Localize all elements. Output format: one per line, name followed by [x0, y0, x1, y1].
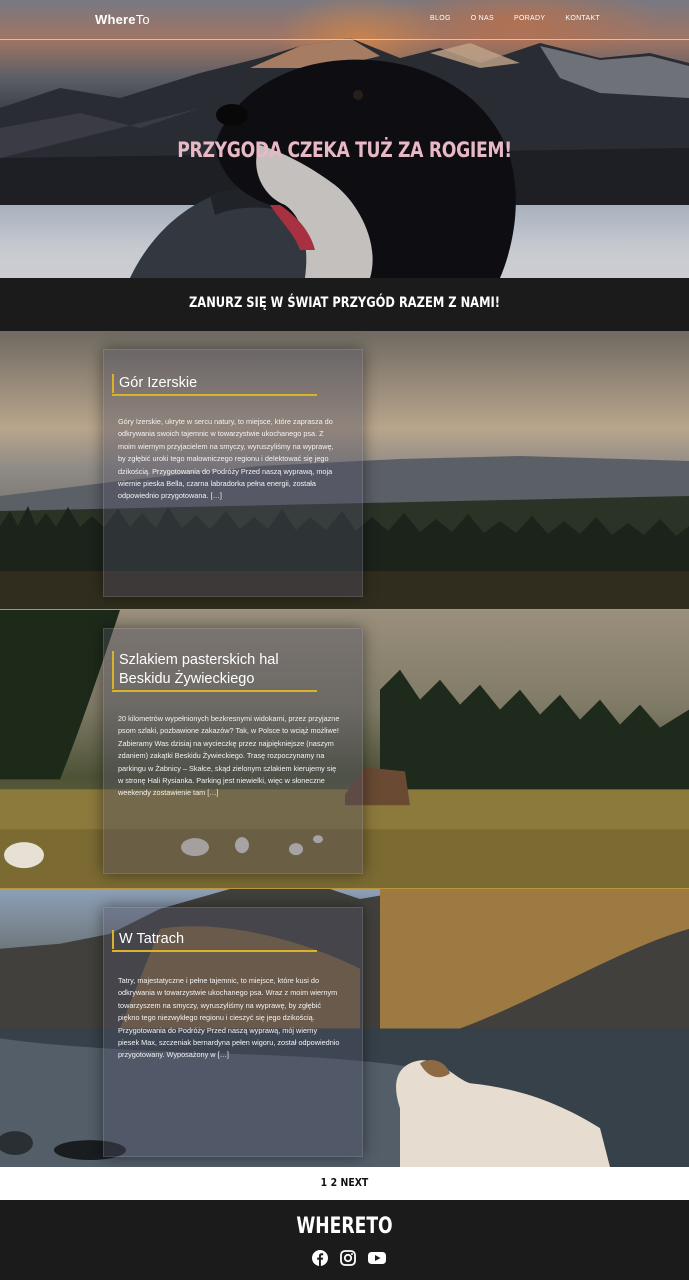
post-card-panel: W Tatrach Tatry, majestatyczne i pełne t… — [103, 907, 363, 1157]
instagram-icon[interactable] — [340, 1250, 356, 1266]
post-excerpt: 20 kilometrów wypełnionych bezkresnymi w… — [118, 714, 340, 798]
hero-section: WhereTo BLOG O NAS PORADY KONTAKT PRZYGO… — [0, 0, 689, 278]
facebook-icon[interactable] — [312, 1250, 328, 1266]
title-underline — [112, 950, 317, 952]
post-card-panel: Szlakiem pasterskich hal Beskidu Żywieck… — [103, 628, 363, 874]
post-title[interactable]: Gór Izerskie — [112, 374, 197, 393]
nav-menu: BLOG O NAS PORADY KONTAKT — [430, 15, 600, 22]
page-1-link[interactable]: 1 — [321, 1176, 328, 1189]
post-excerpt: Góry Izerskie, ukryte w sercu natury, to… — [118, 417, 334, 501]
post-card-izerskie[interactable]: Gór Izerskie Góry Izerskie, ukryte w ser… — [0, 331, 689, 609]
nav-porady[interactable]: PORADY — [514, 15, 545, 22]
post-title[interactable]: W Tatrach — [112, 930, 184, 949]
top-navigation: WhereTo BLOG O NAS PORADY KONTAKT — [0, 0, 689, 40]
post-card-tatry[interactable]: W Tatrach Tatry, majestatyczne i pełne t… — [0, 888, 689, 1167]
next-page-link[interactable]: NEXT — [341, 1176, 369, 1189]
footer-logo[interactable]: WHERETO — [76, 1214, 613, 1239]
youtube-icon[interactable] — [368, 1250, 386, 1266]
pagination-links: 1 2 NEXT — [52, 1176, 638, 1189]
site-logo[interactable]: WhereTo — [95, 12, 150, 27]
tagline-text: ZANURZ SIĘ W ŚWIAT PRZYGÓD RAZEM Z NAMI! — [188, 295, 501, 311]
logo-where: Where — [95, 12, 136, 27]
post-title[interactable]: Szlakiem pasterskich hal Beskidu Żywieck… — [112, 651, 312, 689]
pagination: 1 2 NEXT — [0, 1167, 689, 1200]
footer: WHERETO — [0, 1200, 689, 1280]
logo-to: To — [135, 12, 150, 27]
tagline-bar: ZANURZ SIĘ W ŚWIAT PRZYGÓD RAZEM Z NAMI! — [0, 278, 689, 331]
page-2-link[interactable]: 2 — [331, 1176, 338, 1189]
post-excerpt: Tatry, majestatyczne i pełne tajemnic, t… — [118, 976, 340, 1060]
post-card-panel: Gór Izerskie Góry Izerskie, ukryte w ser… — [103, 349, 363, 597]
hero-title: PRZYGODA CZEKA TUŻ ZA ROGIEM! — [177, 138, 512, 162]
nav-kontakt[interactable]: KONTAKT — [565, 15, 600, 22]
title-underline — [112, 690, 317, 692]
post-card-beskid[interactable]: Szlakiem pasterskich hal Beskidu Żywieck… — [0, 609, 689, 888]
nav-blog[interactable]: BLOG — [430, 15, 451, 22]
title-underline — [112, 394, 317, 396]
social-links — [312, 1250, 386, 1266]
nav-o-nas[interactable]: O NAS — [471, 15, 494, 22]
